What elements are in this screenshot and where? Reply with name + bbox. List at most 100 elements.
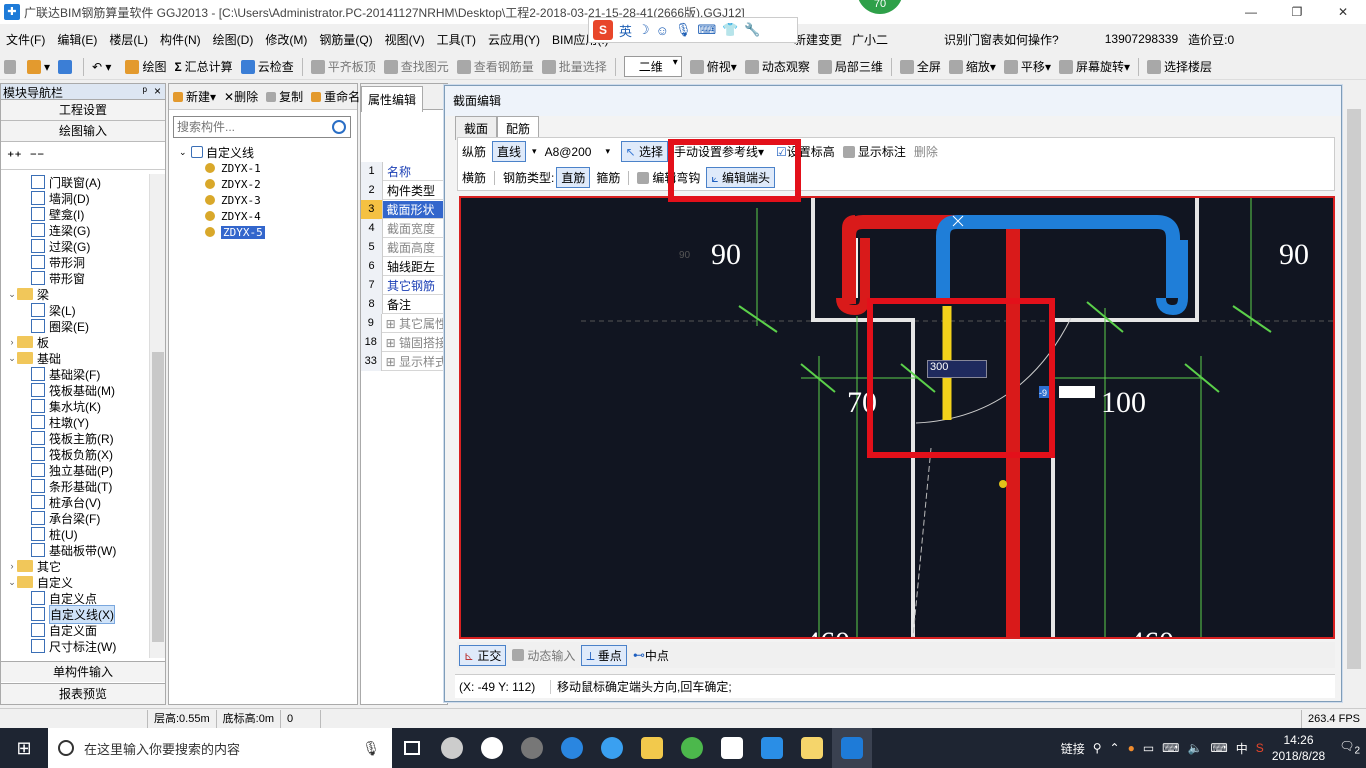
property-row[interactable]: 1 名称	[361, 161, 447, 181]
straight-line-button[interactable]: 直线	[492, 141, 527, 162]
new-file-icon[interactable]	[0, 59, 23, 74]
zoom-button[interactable]: 缩放 ▾	[945, 58, 1000, 75]
menu-draw[interactable]: 绘图(D)	[207, 31, 260, 48]
component-item[interactable]: ZDYX-3	[205, 192, 357, 208]
tree-item[interactable]: 条形基础(T)	[1, 478, 149, 494]
menu-modify[interactable]: 修改(M)	[259, 31, 313, 48]
explorer-icon[interactable]	[632, 728, 672, 768]
battery-icon[interactable]: ▭	[1143, 741, 1154, 755]
tree-item[interactable]: › 板	[1, 334, 149, 350]
tree-item[interactable]: 筏板负筋(X)	[1, 446, 149, 462]
component-search-input[interactable]	[174, 117, 324, 137]
expand-icon[interactable]: ›	[7, 561, 17, 571]
property-row[interactable]: 9 ⊞ 其它属性	[361, 313, 447, 333]
edge-icon[interactable]	[472, 728, 512, 768]
delete-component-button[interactable]: ✕ 删除	[220, 88, 262, 105]
tree-item[interactable]: 门联窗(A)	[1, 174, 149, 190]
notification-icon[interactable]: 🗨2	[1339, 739, 1360, 756]
align-slab-button[interactable]: 平齐板顶	[307, 58, 380, 75]
tree-item[interactable]: 自定义线(X)	[1, 604, 149, 624]
spec-dropdown[interactable]: A8@200 ▾	[541, 145, 619, 159]
dynamic-view-button[interactable]: 动态观察	[741, 58, 814, 75]
ime-emoji-icon[interactable]: ☺	[656, 23, 669, 38]
ime-toolbar[interactable]: S 英 ☽ ☺ 🎙 ⌨ 👕 🔧	[588, 17, 798, 43]
minimize-button[interactable]: —	[1228, 0, 1274, 24]
new-change-button[interactable]: 新建变更	[794, 31, 842, 48]
sogou-tray-icon[interactable]: S	[1256, 741, 1264, 755]
component-item[interactable]: ZDYX-1	[205, 160, 357, 176]
dynamic-input-button[interactable]: 动态输入	[508, 647, 579, 664]
tree-item[interactable]: 独立基础(P)	[1, 462, 149, 478]
tree-item[interactable]: 筏板主筋(R)	[1, 430, 149, 446]
menu-rebar-qty[interactable]: 钢筋量(Q)	[313, 31, 378, 48]
ime-lang[interactable]: 英	[619, 21, 632, 40]
menu-file[interactable]: 文件(F)	[0, 31, 51, 48]
single-input-button[interactable]: 单构件输入	[1, 661, 165, 682]
component-search[interactable]	[173, 116, 351, 138]
tree-item[interactable]: 连梁(G)	[1, 222, 149, 238]
tree-item[interactable]: 带形洞	[1, 254, 149, 270]
ime-mic-icon[interactable]: 🎙	[675, 22, 692, 38]
menu-edit[interactable]: 编辑(E)	[51, 31, 103, 48]
draw-button[interactable]: 绘图	[121, 58, 170, 75]
nav-close-icon[interactable]: ×	[154, 84, 161, 98]
property-row[interactable]: 33 ⊞ 显示样式	[361, 351, 447, 371]
help-question-link[interactable]: 识别门窗表如何操作?	[944, 31, 1059, 48]
sum-calc-button[interactable]: Σ 汇总计算	[170, 58, 236, 75]
menu-component[interactable]: 构件(N)	[154, 31, 207, 48]
ime-indicator[interactable]: 中	[1236, 740, 1248, 757]
tree-item[interactable]: 集水坑(K)	[1, 398, 149, 414]
helper-button[interactable]: 广小二	[852, 31, 888, 48]
delete-rebar-button[interactable]: 删除	[910, 143, 942, 160]
batch-select-button[interactable]: 批量选择	[538, 58, 611, 75]
stirrup-button[interactable]: 箍筋	[592, 169, 624, 186]
draw-input-button[interactable]: 绘图输入	[1, 121, 165, 142]
top-view-button[interactable]: 俯视 ▾	[686, 58, 741, 75]
network-icon[interactable]: ⌨	[1162, 741, 1179, 755]
tree-item[interactable]: 筏板基础(M)	[1, 382, 149, 398]
rotate-button[interactable]: 屏幕旋转 ▾	[1055, 58, 1134, 75]
ggj-app-icon[interactable]	[832, 728, 872, 768]
property-row[interactable]: 5 截面高度	[361, 237, 447, 257]
pan-button[interactable]: 平移 ▾	[1000, 58, 1055, 75]
360-icon[interactable]	[672, 728, 712, 768]
close-button[interactable]: ✕	[1320, 0, 1366, 24]
select-button[interactable]: ↖ 选择	[620, 141, 668, 162]
expand-icon[interactable]: ›	[7, 337, 17, 347]
local-3d-button[interactable]: 局部三维	[814, 58, 887, 75]
copy-component-button[interactable]: 复制	[262, 88, 307, 105]
cloud-check-button[interactable]: 云检查	[237, 58, 298, 75]
ortho-button[interactable]: ⊾ 正交	[459, 644, 507, 666]
property-row[interactable]: 18 ⊞ 锚固搭接	[361, 332, 447, 352]
tree-item[interactable]: › 其它	[1, 558, 149, 574]
glodon-icon[interactable]	[752, 728, 792, 768]
tree-item[interactable]: 桩承台(V)	[1, 494, 149, 510]
expand-all-icon[interactable]: ⁺⁺	[7, 148, 22, 164]
volume-icon[interactable]: 🔈	[1188, 741, 1203, 755]
tray-orange-icon[interactable]: ●	[1128, 741, 1135, 755]
tree-item[interactable]: 梁(L)	[1, 302, 149, 318]
tree-item[interactable]: 带形窗	[1, 270, 149, 286]
menu-cloud[interactable]: 云应用(Y)	[482, 31, 546, 48]
collapse-icon[interactable]: ⌄	[7, 577, 17, 588]
pin-icon[interactable]: ᵖ	[142, 84, 147, 98]
mic-icon[interactable]: 🎙	[362, 740, 380, 757]
collapse-icon[interactable]: ⌄	[179, 147, 191, 158]
open-file-icon[interactable]: ▾	[23, 59, 54, 74]
ie-icon[interactable]	[592, 728, 632, 768]
report-preview-button[interactable]: 报表预览	[1, 683, 165, 704]
property-row[interactable]: 8 备注	[361, 294, 447, 314]
ime-punct-icon[interactable]: ☽	[638, 22, 650, 38]
ime-skin-icon[interactable]: 👕	[722, 22, 738, 38]
property-row[interactable]: 6 轴线距左	[361, 256, 447, 276]
undo-icon[interactable]: ↶ ▾	[88, 60, 115, 74]
task-view-icon[interactable]	[392, 728, 432, 768]
tray-up-icon[interactable]: ⌃	[1110, 741, 1120, 755]
notes-icon[interactable]	[792, 728, 832, 768]
tab-property-edit[interactable]: 属性编辑	[361, 85, 424, 112]
tree-item[interactable]: 桩(U)	[1, 526, 149, 542]
straight-bar-button[interactable]: 直筋	[556, 167, 591, 188]
property-row[interactable]: 7 其它钢筋	[361, 275, 447, 295]
people-icon[interactable]: ⚲	[1093, 741, 1102, 755]
menu-floor[interactable]: 楼层(L)	[103, 31, 154, 48]
